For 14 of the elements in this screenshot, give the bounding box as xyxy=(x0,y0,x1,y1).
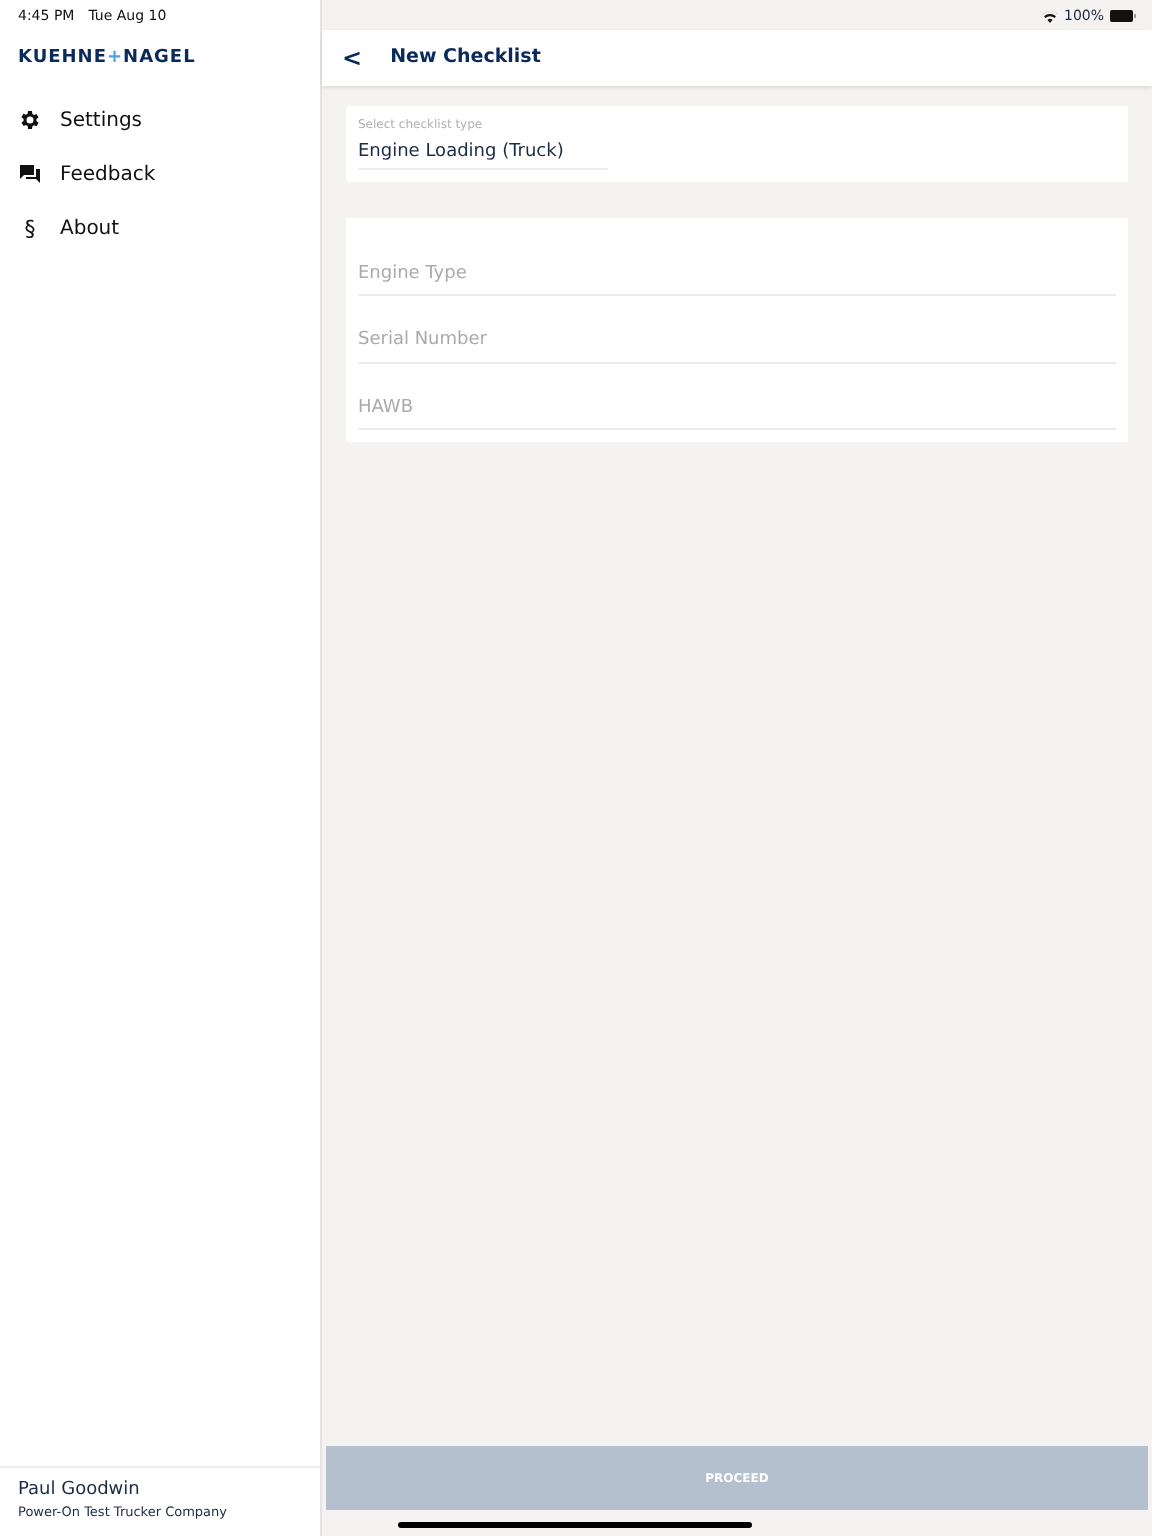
sidebar-item[interactable]: Settings xyxy=(0,93,320,147)
battery-icon xyxy=(1110,10,1136,23)
sidebar-item[interactable]: Feedback xyxy=(0,147,320,201)
logo: KUEHNE+NAGEL xyxy=(18,46,196,72)
input-field[interactable]: Serial Number xyxy=(346,296,1128,363)
page-title: New Checklist xyxy=(390,43,541,72)
sidebar-item[interactable]: § About xyxy=(0,201,320,258)
input-field[interactable]: HAWB xyxy=(346,363,1128,442)
input-field[interactable]: Engine Type xyxy=(346,217,1128,296)
chat-bubbles-icon xyxy=(18,162,42,186)
user-name: Paul Goodwin xyxy=(18,1477,142,1504)
settings-icon xyxy=(18,108,42,132)
wifi-icon xyxy=(1041,9,1058,24)
back-button[interactable]: < xyxy=(338,40,367,76)
